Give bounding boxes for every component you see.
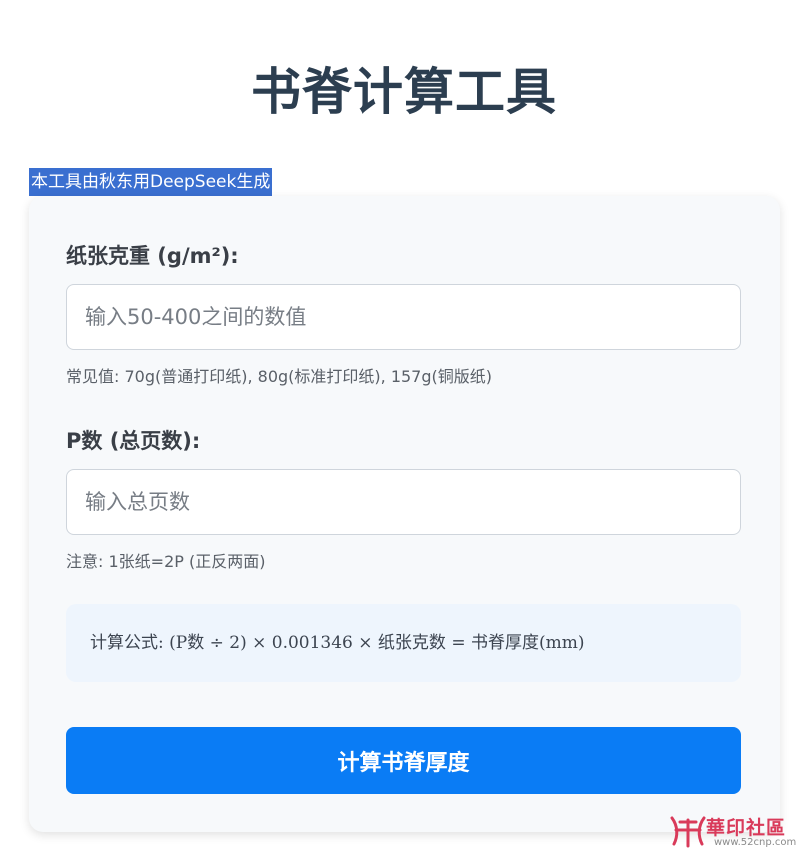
credit-text: 本工具由秋东用DeepSeek生成 (29, 168, 273, 196)
formula-box: 计算公式: (P数 ÷ 2) × 0.001346 × 纸张克数 = 书脊厚度(… (66, 604, 741, 682)
watermark-url: www.52cnp.com (714, 837, 797, 848)
calculator-card: 纸张克重 (g/m²): 常见值: 70g(普通打印纸), 80g(标准打印纸)… (29, 196, 780, 832)
watermark-logo-icon (670, 816, 706, 848)
gsm-input[interactable] (66, 284, 741, 350)
formula-text: 计算公式: (P数 ÷ 2) × 0.001346 × 纸张克数 = 书脊厚度(… (90, 633, 585, 653)
watermark: 華印社區 www.52cnp.com (664, 810, 798, 851)
gsm-label: 纸张克重 (g/m²): (66, 244, 239, 268)
watermark-text: 華印社區 (706, 817, 787, 839)
pages-input[interactable] (66, 469, 741, 535)
pages-label: P数 (总页数): (66, 429, 201, 453)
calculate-button[interactable]: 计算书脊厚度 (66, 727, 741, 794)
page-title: 书脊计算工具 (251, 63, 557, 121)
gsm-hint: 常见值: 70g(普通打印纸), 80g(标准打印纸), 157g(铜版纸) (66, 367, 493, 386)
pages-hint: 注意: 1张纸=2P (正反两面) (66, 552, 266, 571)
page: 书脊计算工具 本工具由秋东用DeepSeek生成 纸张克重 (g/m²): 常见… (0, 0, 798, 851)
